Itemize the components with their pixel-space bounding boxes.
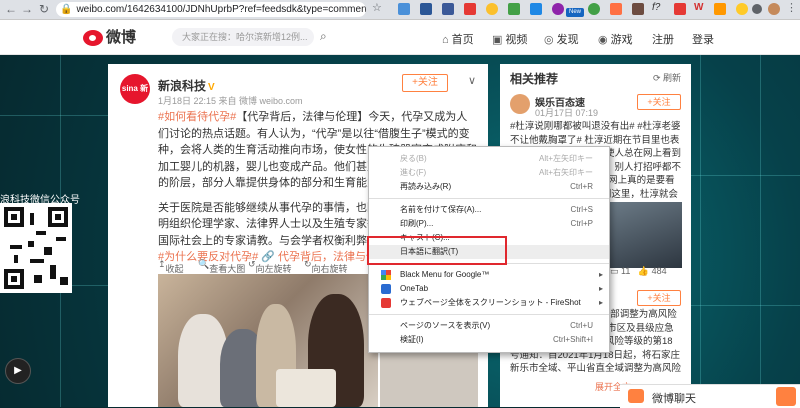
collapse-button[interactable]: ↥ 收起 — [158, 259, 184, 274]
profile-avatar[interactable] — [768, 3, 780, 15]
post-author[interactable]: 新浪科技 V — [158, 77, 215, 94]
menu-fireshot[interactable]: ウェブページ全体をスクリーンショット - FireShot ▸ — [369, 296, 609, 310]
nav-discover[interactable]: ◎ 发现 — [544, 31, 579, 47]
comment-count: 11 — [621, 266, 631, 276]
weibo-top-nav: 微博 大家正在搜：哈尔滨新增12例... ⌕ ⌂ 首页 ▣ 视频 ◎ 发现 ◉ 游戏 注… — [0, 20, 800, 55]
url-text: weibo.com/1642634100/JDNhUprbP?ref=feeds… — [76, 4, 366, 15]
related-time: 01月17日 07:19 — [535, 108, 599, 118]
rotate-left-button[interactable]: ↺ 向左旋转 — [248, 259, 292, 274]
extension-icon-13[interactable] — [714, 3, 726, 15]
extension-icon-4[interactable] — [464, 3, 476, 15]
highlight-box — [367, 236, 507, 265]
extension-icon-11[interactable] — [632, 3, 644, 15]
google-icon — [381, 270, 391, 280]
menu-back[interactable]: 戻る(B) Alt+左矢印キー — [369, 152, 609, 166]
extension-icon-8[interactable] — [552, 3, 564, 15]
address-bar[interactable]: 🔒 weibo.com/1642634100/JDNhUprbP?ref=feed… — [56, 2, 366, 17]
more-menu-icon[interactable]: ⋮ — [786, 1, 798, 14]
nav-login[interactable]: 登录 — [692, 31, 714, 47]
extension-icon-1[interactable] — [398, 3, 410, 15]
nav-register[interactable]: 注册 — [652, 31, 674, 47]
view-large-button[interactable]: 🔍 查看大图 — [198, 259, 245, 274]
fireshot-icon — [381, 298, 391, 308]
star-icon[interactable]: ☆ — [372, 1, 384, 14]
menu-black-menu[interactable]: Black Menu for Google™ ▸ — [369, 268, 609, 282]
related-avatar[interactable] — [510, 94, 530, 114]
home-icon: ⌂ — [442, 34, 449, 46]
comment-icon: ▭ — [610, 266, 619, 276]
extension-icon-3[interactable] — [442, 3, 454, 15]
extension-icon-10[interactable] — [610, 3, 622, 15]
menu-onetab[interactable]: OneTab ▸ — [369, 282, 609, 296]
nav-video[interactable]: ▣ 视频 — [492, 31, 527, 47]
extension-icon-9[interactable] — [588, 3, 600, 15]
video-icon: ▣ — [492, 34, 503, 46]
menu-save-as[interactable]: 名前を付けて保存(A)... Ctrl+S — [369, 203, 609, 217]
extension-icon-12[interactable] — [674, 3, 686, 15]
extension-icon-6[interactable] — [508, 3, 520, 15]
weibo-logo-icon — [83, 30, 103, 47]
hashtag[interactable]: #如何看待代孕# — [158, 111, 236, 123]
related-title: 相关推荐 — [510, 72, 559, 86]
game-icon: ◉ — [598, 34, 608, 46]
submenu-arrow-icon: ▸ — [598, 298, 603, 307]
forward-icon[interactable]: → — [20, 2, 34, 16]
qr-code — [0, 203, 72, 293]
related-follow-button[interactable]: +关注 — [637, 94, 681, 110]
w-icon[interactable]: W — [694, 2, 706, 14]
chevron-down-icon[interactable]: ∨ — [468, 74, 476, 87]
chat-label: 微博聊天 — [652, 393, 696, 405]
discover-icon: ◎ — [544, 34, 554, 46]
verified-icon: V — [208, 82, 215, 93]
submenu-arrow-icon: ▸ — [598, 284, 603, 293]
extension-icon-2[interactable] — [420, 3, 432, 15]
assistant-icon[interactable] — [776, 387, 796, 406]
search-icon[interactable]: ⌕ — [320, 29, 327, 44]
onetab-icon — [381, 284, 391, 294]
post-image[interactable] — [158, 274, 378, 407]
nav-games[interactable]: ◉ 游戏 — [598, 31, 633, 47]
extension-icon-5[interactable] — [486, 3, 498, 15]
back-icon[interactable]: ← — [4, 2, 18, 16]
play-button[interactable]: ▶ — [5, 358, 31, 384]
f9-icon[interactable]: f? — [652, 2, 664, 14]
weibo-logo[interactable]: 微博 — [83, 26, 136, 47]
refresh-button[interactable]: ⟳ 刷新 — [653, 71, 681, 84]
related-stats: ▭ 11 👍 484 — [610, 266, 682, 277]
browser-toolbar: ← → ↻ 🔒 weibo.com/1642634100/JDNhUprbP?re… — [0, 0, 800, 20]
post-meta: 1月18日 22:15 来自 微博 weibo.com — [158, 96, 303, 106]
menu-view-source[interactable]: ページのソースを表示(V) Ctrl+U — [369, 319, 609, 333]
lock-icon: 🔒 — [60, 4, 73, 15]
like-count: 484 — [651, 266, 667, 276]
chat-widget[interactable]: 微博聊天 — [620, 384, 800, 408]
menu-reload[interactable]: 再読み込み(R) Ctrl+R — [369, 180, 609, 194]
like-icon: 👍 — [637, 266, 650, 276]
extension-icon-14[interactable] — [736, 3, 748, 15]
extension-icon-7[interactable] — [530, 3, 542, 15]
menu-inspect[interactable]: 検証(I) Ctrl+Shift+I — [369, 333, 609, 347]
rotate-right-button[interactable]: ↻ 向右旋转 — [304, 259, 348, 274]
menu-forward[interactable]: 進む(F) Alt+右矢印キー — [369, 166, 609, 180]
related-image[interactable] — [610, 202, 682, 268]
chat-icon — [628, 389, 644, 403]
related-follow-button-2[interactable]: +关注 — [637, 290, 681, 306]
reload-icon[interactable]: ↻ — [37, 2, 51, 16]
author-avatar[interactable]: sina 新浪科技 — [120, 74, 150, 123]
search-input[interactable]: 大家正在搜：哈尔滨新增12例... — [172, 28, 314, 46]
submenu-arrow-icon: ▸ — [598, 270, 603, 279]
menu-print[interactable]: 印刷(P)... Ctrl+P — [369, 217, 609, 231]
follow-button[interactable]: +关注 — [402, 74, 448, 92]
extensions-menu-icon[interactable] — [752, 4, 762, 14]
nav-home[interactable]: ⌂ 首页 — [442, 31, 474, 47]
new-badge: New — [566, 8, 584, 17]
